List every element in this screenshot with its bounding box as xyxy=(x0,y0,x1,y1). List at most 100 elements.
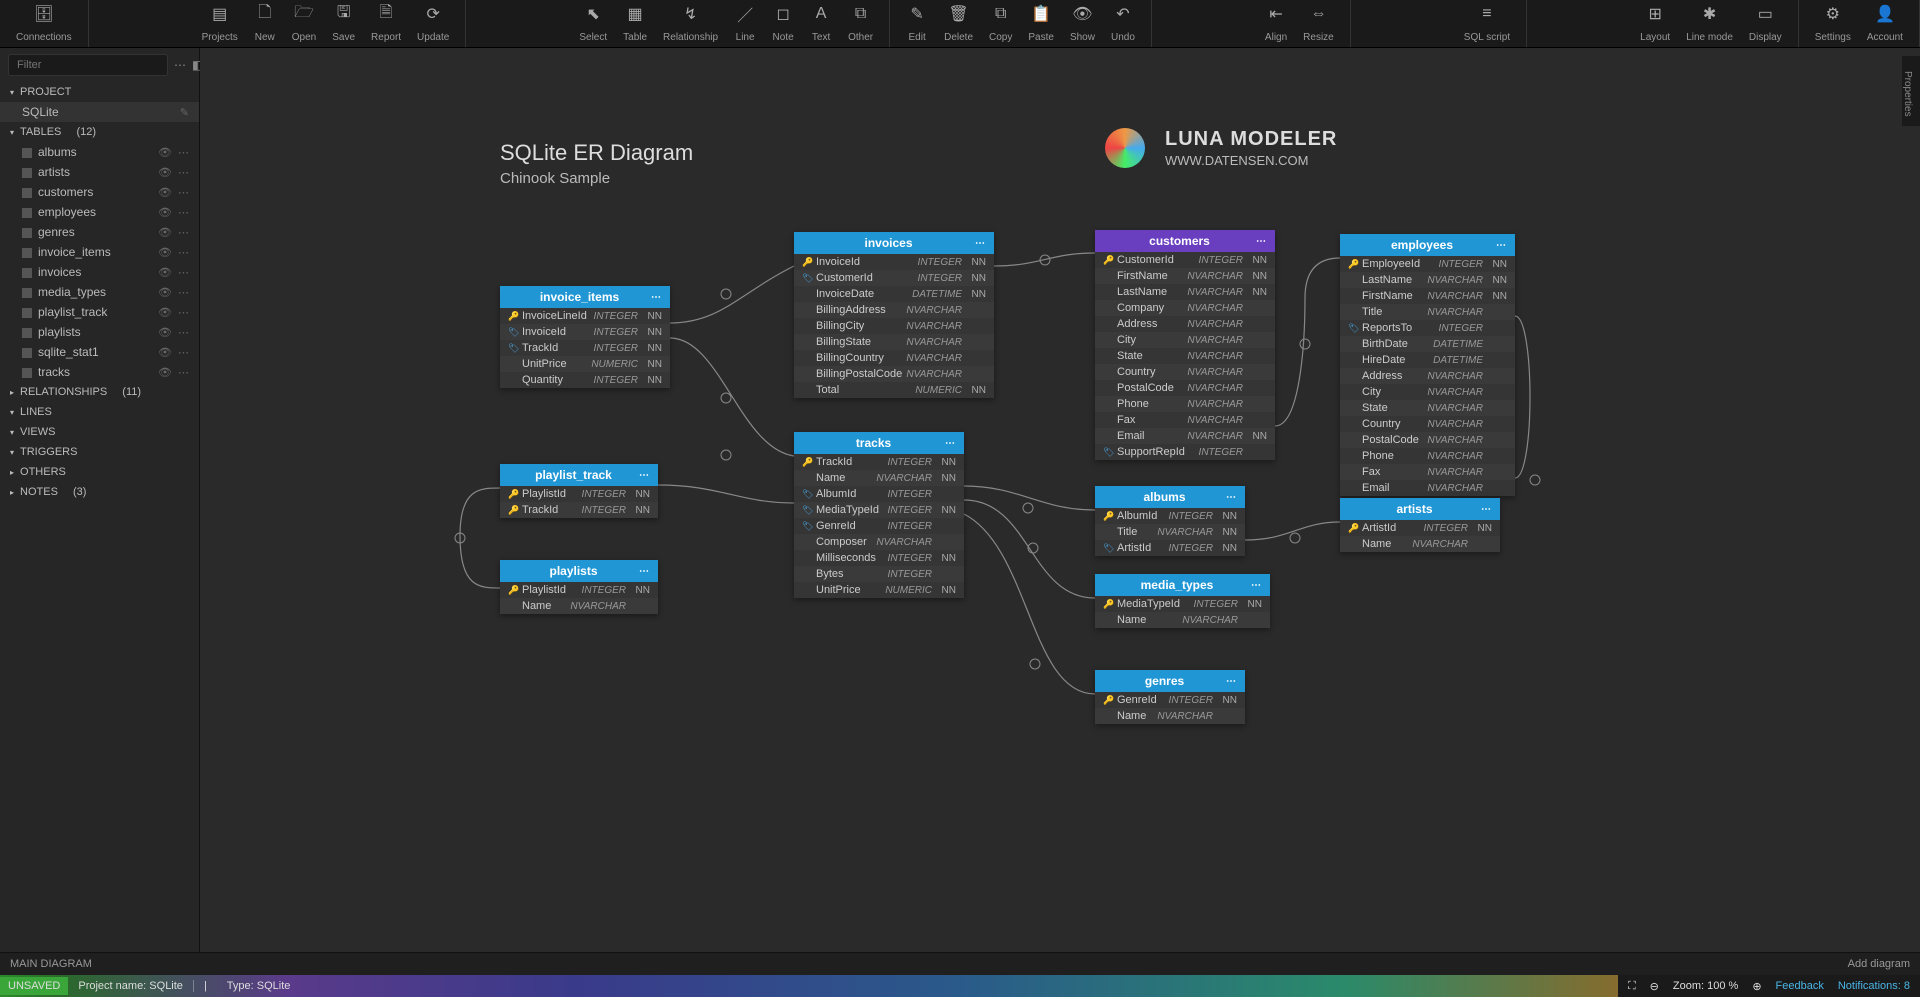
column-row[interactable]: 🏷MediaTypeIdINTEGERNN xyxy=(794,502,964,518)
more-icon[interactable]: ⋯ xyxy=(178,366,189,379)
select-button[interactable]: ⬉Select xyxy=(571,0,615,47)
column-row[interactable]: BytesINTEGER xyxy=(794,566,964,582)
entity-invoices[interactable]: invoices⋯🔑InvoiceIdINTEGERNN🏷CustomerIdI… xyxy=(794,232,994,398)
settings-button[interactable]: ⚙Settings xyxy=(1807,0,1859,47)
visibility-icon[interactable]: 👁 xyxy=(158,366,172,379)
column-row[interactable]: 🏷ReportsToINTEGER xyxy=(1340,320,1515,336)
column-row[interactable]: BillingAddressNVARCHAR xyxy=(794,302,994,318)
column-row[interactable]: StateNVARCHAR xyxy=(1095,348,1275,364)
column-row[interactable]: UnitPriceNUMERICNN xyxy=(794,582,964,598)
column-row[interactable]: BillingCountryNVARCHAR xyxy=(794,350,994,366)
diagram-canvas[interactable]: SQLite ER Diagram Chinook Sample LUNA MO… xyxy=(200,48,1920,952)
undo-button[interactable]: ↶Undo xyxy=(1103,0,1143,47)
visibility-icon[interactable]: 👁 xyxy=(158,186,172,199)
feedback-link[interactable]: Feedback xyxy=(1776,980,1824,992)
save-button[interactable]: 🖫Save xyxy=(324,0,363,47)
entity-menu-icon[interactable]: ⋯ xyxy=(639,566,650,577)
main-diagram-tab[interactable]: MAIN DIAGRAM xyxy=(10,958,92,970)
line-button[interactable]: ／Line xyxy=(726,0,764,47)
column-row[interactable]: 🔑PlaylistIdINTEGERNN xyxy=(500,582,658,598)
column-row[interactable]: BirthDateDATETIME xyxy=(1340,336,1515,352)
more-icon[interactable]: ⋯ xyxy=(178,266,189,279)
more-icon[interactable]: ⋯ xyxy=(178,166,189,179)
more-icon[interactable]: ⋯ xyxy=(178,246,189,259)
column-row[interactable]: NameNVARCHAR xyxy=(1095,612,1270,628)
entity-artists[interactable]: artists⋯🔑ArtistIdINTEGERNNNameNVARCHAR xyxy=(1340,498,1500,552)
entity-menu-icon[interactable]: ⋯ xyxy=(1496,240,1507,251)
entity-header[interactable]: playlists⋯ xyxy=(500,560,658,582)
entity-header[interactable]: playlist_track⋯ xyxy=(500,464,658,486)
visibility-icon[interactable]: 👁 xyxy=(158,346,172,359)
more-icon[interactable]: ⋯ xyxy=(178,226,189,239)
tree-table-customers[interactable]: customers👁⋯ xyxy=(0,182,199,202)
entity-menu-icon[interactable]: ⋯ xyxy=(945,438,956,449)
column-row[interactable]: CountryNVARCHAR xyxy=(1095,364,1275,380)
entity-menu-icon[interactable]: ⋯ xyxy=(1256,236,1267,247)
entity-header[interactable]: genres⋯ xyxy=(1095,670,1245,692)
entity-playlists[interactable]: playlists⋯🔑PlaylistIdINTEGERNNNameNVARCH… xyxy=(500,560,658,614)
tree-table-sqlite_stat1[interactable]: sqlite_stat1👁⋯ xyxy=(0,342,199,362)
column-row[interactable]: 🏷ArtistIdINTEGERNN xyxy=(1095,540,1245,556)
line-mode-button[interactable]: ✱Line mode xyxy=(1678,0,1741,47)
column-row[interactable]: AddressNVARCHAR xyxy=(1340,368,1515,384)
column-row[interactable]: PhoneNVARCHAR xyxy=(1095,396,1275,412)
report-button[interactable]: 🗎Report xyxy=(363,0,409,47)
edit-button[interactable]: ✎Edit xyxy=(898,0,936,47)
tree-table-genres[interactable]: genres👁⋯ xyxy=(0,222,199,242)
tree-project-item[interactable]: SQLite✎ xyxy=(0,102,199,122)
update-button[interactable]: ⟳Update xyxy=(409,0,457,47)
open-button[interactable]: 🗁Open xyxy=(284,0,324,47)
entity-header[interactable]: artists⋯ xyxy=(1340,498,1500,520)
column-row[interactable]: BillingPostalCodeNVARCHAR xyxy=(794,366,994,382)
column-row[interactable]: PhoneNVARCHAR xyxy=(1340,448,1515,464)
new-button[interactable]: 🗋New xyxy=(246,0,284,47)
other-button[interactable]: ⧉Other xyxy=(840,0,881,47)
visibility-icon[interactable]: 👁 xyxy=(158,326,172,339)
column-row[interactable]: 🔑InvoiceIdINTEGERNN xyxy=(794,254,994,270)
fit-icon[interactable]: ⛶ xyxy=(1628,980,1636,993)
column-row[interactable]: 🏷CustomerIdINTEGERNN xyxy=(794,270,994,286)
entity-media_types[interactable]: media_types⋯🔑MediaTypeIdINTEGERNNNameNVA… xyxy=(1095,574,1270,628)
column-row[interactable]: NameNVARCHAR xyxy=(1095,708,1245,724)
notifications-link[interactable]: Notifications: 8 xyxy=(1838,980,1910,992)
column-row[interactable]: FirstNameNVARCHARNN xyxy=(1340,288,1515,304)
entity-header[interactable]: albums⋯ xyxy=(1095,486,1245,508)
more-icon[interactable]: ⋯ xyxy=(178,306,189,319)
tree-table-artists[interactable]: artists👁⋯ xyxy=(0,162,199,182)
column-row[interactable]: 🏷SupportRepIdINTEGER xyxy=(1095,444,1275,460)
copy-button[interactable]: ⧉Copy xyxy=(981,0,1020,47)
column-row[interactable]: CityNVARCHAR xyxy=(1340,384,1515,400)
resize-button[interactable]: ⇔Resize xyxy=(1295,0,1342,47)
account-button[interactable]: 👤Account xyxy=(1859,0,1911,47)
tree-table-employees[interactable]: employees👁⋯ xyxy=(0,202,199,222)
show-button[interactable]: 👁Show xyxy=(1062,0,1103,47)
column-row[interactable]: 🔑GenreIdINTEGERNN xyxy=(1095,692,1245,708)
tree-table-media_types[interactable]: media_types👁⋯ xyxy=(0,282,199,302)
sql-script-button[interactable]: ≡SQL script xyxy=(1456,0,1518,47)
column-row[interactable]: InvoiceDateDATETIMENN xyxy=(794,286,994,302)
entity-header[interactable]: invoice_items⋯ xyxy=(500,286,670,308)
zoom-in-icon[interactable]: ⊕ xyxy=(1752,980,1761,993)
entity-employees[interactable]: employees⋯🔑EmployeeIdINTEGERNNLastNameNV… xyxy=(1340,234,1515,496)
column-row[interactable]: 🏷TrackIdINTEGERNN xyxy=(500,340,670,356)
visibility-icon[interactable]: 👁 xyxy=(158,306,172,319)
table-button[interactable]: ▦Table xyxy=(615,0,655,47)
column-row[interactable]: 🔑MediaTypeIdINTEGERNN xyxy=(1095,596,1270,612)
filter-input[interactable] xyxy=(8,54,168,76)
column-row[interactable]: FaxNVARCHAR xyxy=(1095,412,1275,428)
entity-menu-icon[interactable]: ⋯ xyxy=(1226,676,1237,687)
column-row[interactable]: 🔑InvoiceLineIdINTEGERNN xyxy=(500,308,670,324)
column-row[interactable]: NameNVARCHARNN xyxy=(794,470,964,486)
tree-section-relationships[interactable]: ▸RELATIONSHIPS (11) xyxy=(0,382,199,402)
relationship-button[interactable]: ↯Relationship xyxy=(655,0,726,47)
column-row[interactable]: 🏷GenreIdINTEGER xyxy=(794,518,964,534)
delete-button[interactable]: 🗑Delete xyxy=(936,0,981,47)
column-row[interactable]: FaxNVARCHAR xyxy=(1340,464,1515,480)
visibility-icon[interactable]: 👁 xyxy=(158,166,172,179)
edit-icon[interactable]: ✎ xyxy=(180,106,189,119)
column-row[interactable]: 🔑EmployeeIdINTEGERNN xyxy=(1340,256,1515,272)
projects-button[interactable]: ▤Projects xyxy=(194,0,246,47)
entity-invoice_items[interactable]: invoice_items⋯🔑InvoiceLineIdINTEGERNN🏷In… xyxy=(500,286,670,388)
layout-button[interactable]: ⊞Layout xyxy=(1632,0,1678,47)
column-row[interactable]: NameNVARCHAR xyxy=(1340,536,1500,552)
